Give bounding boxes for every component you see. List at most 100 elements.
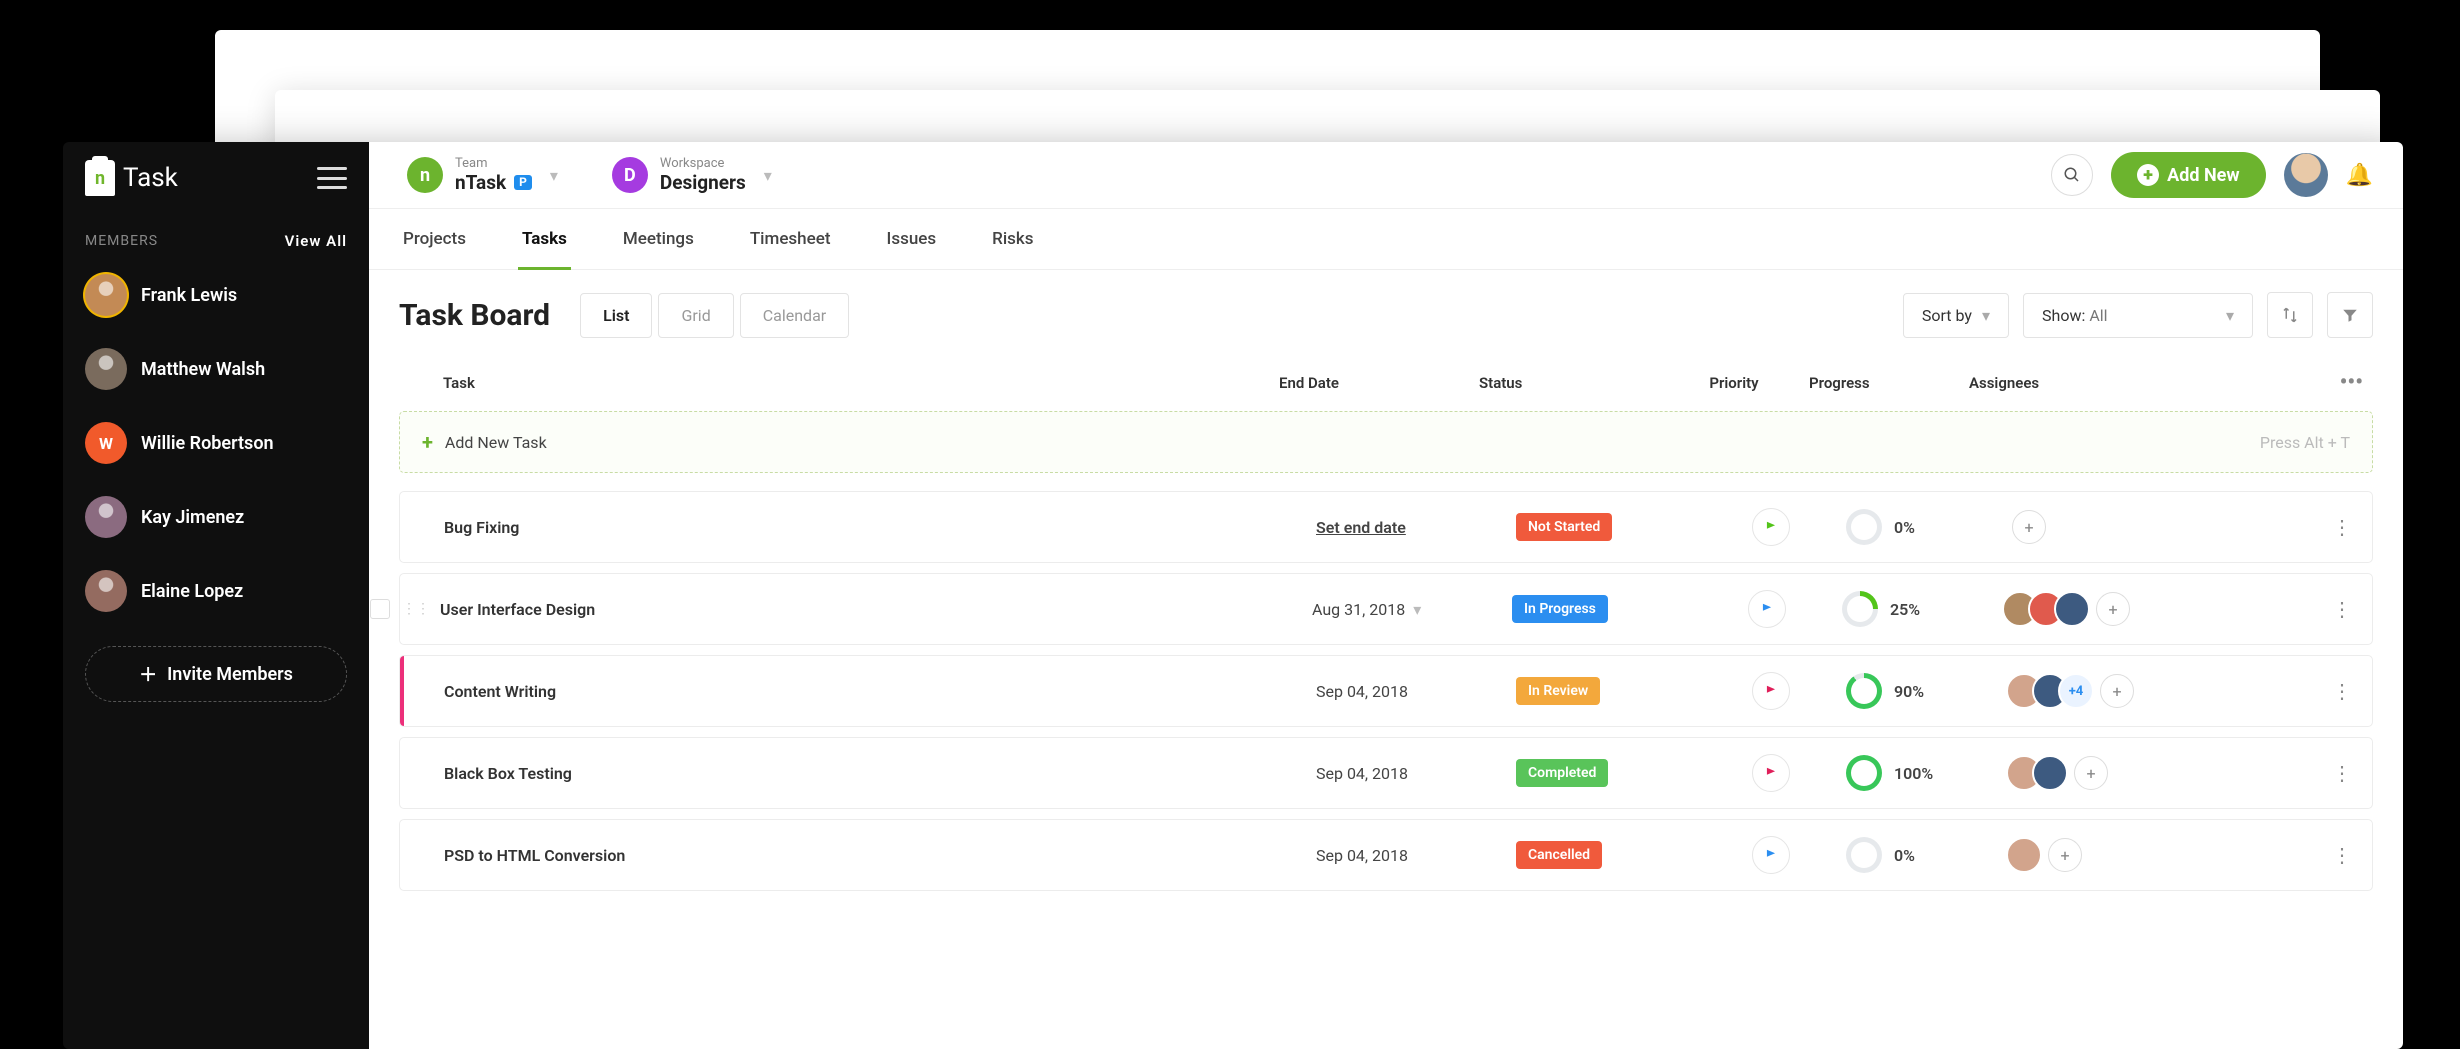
- breadcrumb-team[interactable]: n Team nTaskP ▾: [399, 153, 592, 198]
- view-calendar-button[interactable]: Calendar: [740, 293, 849, 338]
- add-new-button[interactable]: + Add New: [2111, 152, 2265, 198]
- invite-label: Invite Members: [167, 664, 293, 685]
- search-button[interactable]: [2051, 154, 2093, 196]
- status-badge[interactable]: Cancelled: [1516, 841, 1602, 869]
- progress-text: 0%: [1894, 518, 1915, 537]
- task-name: PSD to HTML Conversion: [444, 846, 625, 865]
- priority-flag-button[interactable]: [1752, 836, 1790, 874]
- plan-badge: P: [514, 175, 532, 191]
- row-menu-icon[interactable]: ⋮: [2332, 679, 2354, 703]
- end-date[interactable]: Set end date: [1316, 518, 1406, 537]
- sort-by-label: Sort by: [1922, 306, 1972, 325]
- app-window: n Task MEMBERS View All Frank LewisMatth…: [63, 142, 2403, 1049]
- tab-meetings[interactable]: Meetings: [619, 209, 698, 269]
- task-row[interactable]: Black Box TestingSep 04, 2018Completed10…: [399, 737, 2373, 809]
- main-panel: n Team nTaskP ▾ D Workspace Designers ▾: [369, 142, 2403, 1049]
- tab-issues[interactable]: Issues: [883, 209, 941, 269]
- row-menu-icon[interactable]: ⋮: [2332, 597, 2354, 621]
- workspace-value: Designers: [660, 172, 746, 194]
- task-name: Black Box Testing: [444, 764, 572, 783]
- assignee-avatar[interactable]: [2006, 837, 2042, 873]
- sort-by-select[interactable]: Sort by ▾: [1903, 293, 2009, 338]
- invite-members-button[interactable]: ＋ Invite Members: [85, 646, 347, 702]
- row-menu-icon[interactable]: ⋮: [2332, 515, 2354, 539]
- assignee-avatar[interactable]: [2032, 755, 2068, 791]
- team-label: Team: [455, 157, 532, 172]
- sidebar-member[interactable]: Elaine Lopez: [85, 554, 347, 628]
- status-badge[interactable]: Completed: [1516, 759, 1608, 787]
- show-filter-select[interactable]: Show: All ▾: [2023, 293, 2253, 338]
- col-end-date: End Date: [1279, 374, 1479, 392]
- plus-icon: ＋: [139, 661, 157, 687]
- col-assignees: Assignees: [1969, 374, 2149, 392]
- sidebar-member[interactable]: Matthew Walsh: [85, 332, 347, 406]
- end-date[interactable]: Sep 04, 2018: [1316, 764, 1408, 783]
- add-task-row[interactable]: + Add New Task Press Alt + T: [399, 411, 2373, 473]
- breadcrumb-workspace[interactable]: D Workspace Designers ▾: [604, 153, 806, 198]
- board-toolbar: Task Board ListGridCalendar Sort by ▾ Sh…: [369, 270, 2403, 360]
- more-icon[interactable]: •••: [2149, 370, 2373, 395]
- view-grid-button[interactable]: Grid: [658, 293, 733, 338]
- status-badge[interactable]: In Progress: [1512, 595, 1608, 623]
- brand-text: Task: [123, 163, 178, 193]
- priority-flag-button[interactable]: [1752, 508, 1790, 546]
- add-assignee-button[interactable]: +: [2100, 674, 2134, 708]
- end-date[interactable]: Sep 04, 2018: [1316, 682, 1408, 701]
- task-row[interactable]: ⋮⋮ User Interface Design Aug 31, 2018▾ In P…: [399, 573, 2373, 645]
- menu-icon[interactable]: [317, 167, 347, 189]
- filter-button[interactable]: [2327, 292, 2373, 338]
- tab-risks[interactable]: Risks: [988, 209, 1037, 269]
- add-new-label: Add New: [2167, 165, 2239, 186]
- status-badge[interactable]: Not Started: [1516, 513, 1612, 541]
- progress-ring: [1842, 591, 1878, 627]
- team-value: nTask: [455, 172, 506, 194]
- assignee-overflow[interactable]: +4: [2058, 673, 2094, 709]
- swap-icon: [2281, 306, 2299, 324]
- swap-sort-button[interactable]: [2267, 292, 2313, 338]
- member-name: Kay Jimenez: [141, 507, 244, 528]
- add-assignee-button[interactable]: +: [2096, 592, 2130, 626]
- sidebar-member[interactable]: WWillie Robertson: [85, 406, 347, 480]
- col-priority: Priority: [1659, 374, 1809, 392]
- priority-flag-button[interactable]: [1748, 590, 1786, 628]
- profile-avatar[interactable]: [2284, 153, 2328, 197]
- chevron-down-icon: ▾: [1413, 600, 1421, 619]
- tab-tasks[interactable]: Tasks: [518, 209, 571, 269]
- chevron-down-icon: ▾: [2226, 306, 2234, 325]
- flag-icon: [1764, 848, 1778, 862]
- row-checkbox[interactable]: [370, 599, 390, 619]
- flag-icon: [1764, 766, 1778, 780]
- member-name: Frank Lewis: [141, 285, 237, 306]
- status-badge[interactable]: In Review: [1516, 677, 1600, 705]
- priority-flag-button[interactable]: [1752, 672, 1790, 710]
- notifications-icon[interactable]: 🔔: [2346, 163, 2373, 188]
- tab-projects[interactable]: Projects: [399, 209, 470, 269]
- sidebar: n Task MEMBERS View All Frank LewisMatth…: [63, 142, 369, 1049]
- view-list-button[interactable]: List: [580, 293, 652, 338]
- add-assignee-button[interactable]: +: [2048, 838, 2082, 872]
- tab-timesheet[interactable]: Timesheet: [746, 209, 835, 269]
- task-row[interactable]: PSD to HTML Conversion Sep 04, 2018 Cancel…: [399, 819, 2373, 891]
- row-menu-icon[interactable]: ⋮: [2332, 761, 2354, 785]
- assignee-avatar[interactable]: [2054, 591, 2090, 627]
- task-row[interactable]: Content WritingSep 04, 2018In Review90%+…: [399, 655, 2373, 727]
- row-menu-icon[interactable]: ⋮: [2332, 843, 2354, 867]
- progress-ring: [1846, 509, 1882, 545]
- show-value: All: [2089, 306, 2107, 325]
- task-row[interactable]: Bug FixingSet end dateNot Started0%+⋮: [399, 491, 2373, 563]
- add-assignee-button[interactable]: +: [2074, 756, 2108, 790]
- brand-logo[interactable]: n Task: [85, 160, 178, 196]
- chevron-down-icon: ▾: [764, 166, 772, 185]
- filter-icon: [2341, 306, 2359, 324]
- member-name: Elaine Lopez: [141, 581, 243, 602]
- priority-flag-button[interactable]: [1752, 754, 1790, 792]
- add-assignee-button[interactable]: +: [2012, 510, 2046, 544]
- view-all-link[interactable]: View All: [285, 232, 347, 250]
- end-date[interactable]: Sep 04, 2018: [1316, 846, 1408, 865]
- end-date[interactable]: Aug 31, 2018▾: [1312, 600, 1421, 619]
- sidebar-member[interactable]: Frank Lewis: [85, 258, 347, 332]
- add-task-label: Add New Task: [445, 433, 547, 452]
- drag-handle-icon[interactable]: ⋮⋮: [400, 601, 432, 617]
- task-name: User Interface Design: [440, 600, 595, 619]
- sidebar-member[interactable]: Kay Jimenez: [85, 480, 347, 554]
